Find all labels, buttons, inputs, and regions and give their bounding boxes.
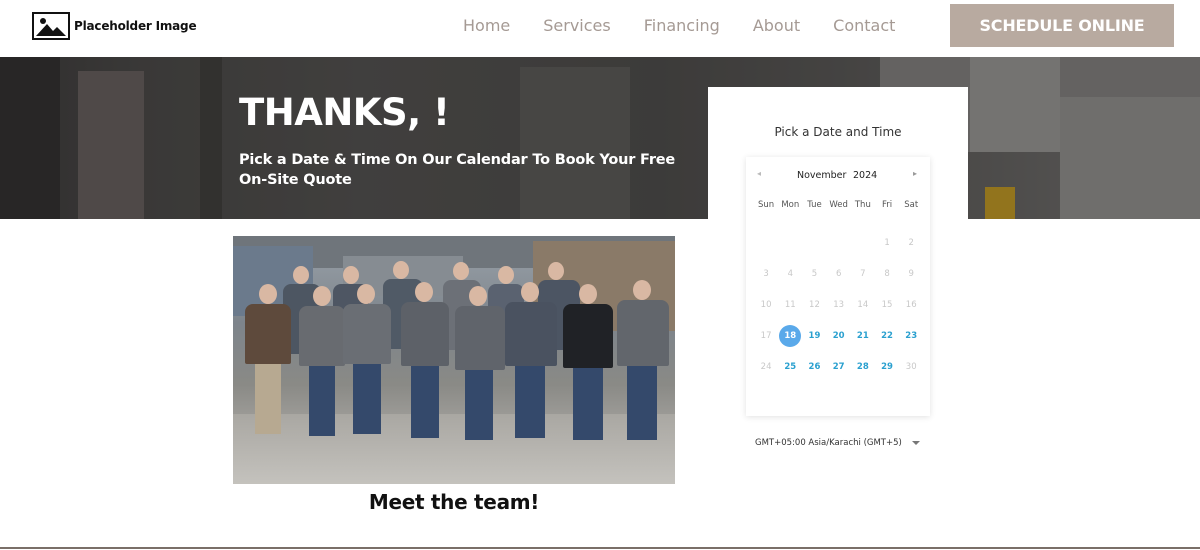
main-nav: Home Services Financing About Contact xyxy=(463,16,928,35)
weekday-label: Thu xyxy=(854,200,871,210)
calendar-day[interactable]: 22 xyxy=(875,320,899,351)
weekday-label: Fri xyxy=(881,200,893,210)
calendar-day: 11 xyxy=(784,299,796,310)
calendar-day: 1 xyxy=(884,237,890,248)
hero-banner: THANKS, ! Pick a Date & Time On Our Cale… xyxy=(0,57,1200,219)
weekday-label: Sun xyxy=(758,200,775,210)
calendar-title: Pick a Date and Time xyxy=(774,125,902,139)
hero-subtitle: Pick a Date & Time On Our Calendar To Bo… xyxy=(239,152,676,188)
calendar-day: 17 xyxy=(760,330,772,341)
calendar-day[interactable]: 27 xyxy=(827,351,851,382)
calendar-day: 2 xyxy=(908,237,914,248)
calendar-day[interactable]: 23 xyxy=(899,320,923,351)
weekday-label: Sat xyxy=(904,200,919,210)
calendar-year[interactable]: 2024 xyxy=(853,170,877,181)
calendar-day[interactable]: 21 xyxy=(851,320,875,351)
calendar-week: 24 25 26 27 28 29 30 xyxy=(754,351,926,382)
calendar-week: 12 xyxy=(754,227,926,258)
calendar-day[interactable]: 26 xyxy=(802,351,826,382)
calendar-day: 10 xyxy=(760,299,772,310)
caret-down-icon[interactable] xyxy=(912,441,920,445)
calendar-day: 9 xyxy=(908,268,914,279)
calendar-day[interactable]: 28 xyxy=(851,351,875,382)
calendar-day[interactable]: 25 xyxy=(778,351,802,382)
calendar-day: 7 xyxy=(860,268,866,279)
calendar-day: 5 xyxy=(811,268,818,279)
calendar-week: 3 4 5 6 7 8 9 xyxy=(754,258,926,289)
nav-financing[interactable]: Financing xyxy=(644,16,720,35)
nav-contact[interactable]: Contact xyxy=(833,16,895,35)
weekday-label: Mon xyxy=(781,200,800,210)
calendar-empty-cell xyxy=(802,227,826,258)
calendar-header: ◂ November 2024 ▸ xyxy=(746,169,930,183)
calendar-day: 4 xyxy=(787,268,793,279)
hero-title: THANKS, ! xyxy=(239,91,450,134)
chevron-left-icon[interactable]: ◂ xyxy=(757,169,761,178)
calendar-day[interactable]: 20 xyxy=(827,320,851,351)
schedule-online-button[interactable]: SCHEDULE ONLINE xyxy=(950,4,1174,47)
calendar-day-selected[interactable]: 18 xyxy=(778,320,802,351)
team-photo xyxy=(233,236,675,484)
weekday-label: Tue xyxy=(807,200,822,210)
calendar-day[interactable]: 19 xyxy=(802,320,826,351)
calendar-day: 13 xyxy=(833,299,845,310)
calendar-day: 6 xyxy=(835,268,842,279)
calendar-empty-cell xyxy=(778,227,802,258)
calendar-day: 15 xyxy=(881,299,893,310)
calendar-widget: ◂ November 2024 ▸ Sun Mon Tue Wed Thu Fr… xyxy=(746,157,930,416)
calendar-empty-cell xyxy=(754,227,778,258)
logo[interactable]: Placeholder Image xyxy=(32,12,197,40)
calendar-empty-cell xyxy=(827,227,851,258)
nav-home[interactable]: Home xyxy=(463,16,510,35)
calendar-week: 10 11 12 13 14 15 16 xyxy=(754,289,926,320)
calendar-grid: 1 2 3 4 5 6 7 8 9 10 11 12 13 14 15 16 17 18 19 20 21 22 23 24 2… xyxy=(754,227,926,382)
chevron-right-icon[interactable]: ▸ xyxy=(913,169,917,178)
timezone-select[interactable]: GMT+05:00 Asia/Karachi (GMT+5) xyxy=(755,438,902,448)
team-caption: Meet the team! xyxy=(368,490,540,514)
calendar-day: 16 xyxy=(905,299,917,310)
logo-text: Placeholder Image xyxy=(74,19,197,33)
nav-services[interactable]: Services xyxy=(543,16,610,35)
site-header: Placeholder Image Home Services Financin… xyxy=(0,0,1200,57)
calendar-day: 12 xyxy=(809,299,820,310)
calendar-day: 30 xyxy=(905,361,917,372)
calendar-empty-cell xyxy=(851,227,875,258)
calendar-day[interactable]: 29 xyxy=(875,351,899,382)
calendar-week: 17 18 19 20 21 22 23 xyxy=(754,320,926,351)
calendar-month[interactable]: November xyxy=(797,170,846,181)
calendar-day: 14 xyxy=(857,299,869,310)
footer-divider xyxy=(0,547,1200,549)
nav-about[interactable]: About xyxy=(753,16,800,35)
weekday-label: Wed xyxy=(829,200,848,210)
calendar-day: 24 xyxy=(760,361,772,372)
calendar-day: 3 xyxy=(763,268,769,279)
calendar-weekdays: Sun Mon Tue Wed Thu Fri Sat xyxy=(754,200,926,210)
image-placeholder-icon xyxy=(32,12,70,40)
calendar-day: 8 xyxy=(884,268,890,279)
